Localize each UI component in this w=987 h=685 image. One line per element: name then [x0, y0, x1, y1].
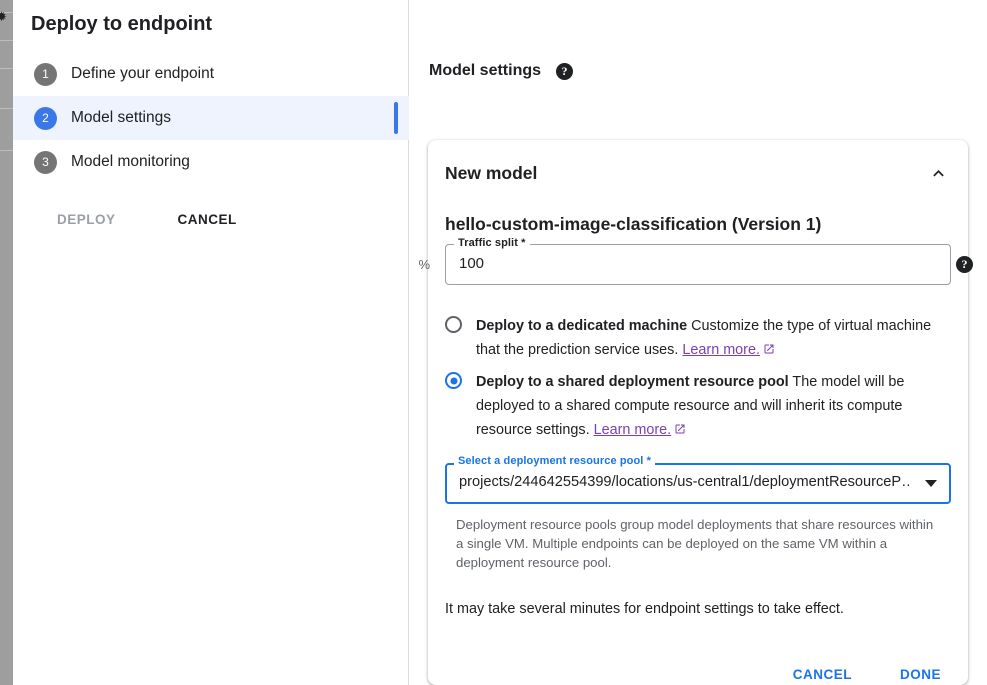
radio-option-text: Deploy to a shared deployment resource p…: [476, 370, 951, 442]
deployment-target-radio-group: Deploy to a dedicated machine Customize …: [445, 314, 951, 442]
learn-more-link[interactable]: Learn more.: [594, 422, 672, 438]
deploy-button[interactable]: DEPLOY: [49, 204, 124, 235]
resource-pool-select[interactable]: Select a deployment resource pool * proj…: [445, 463, 951, 504]
chevron-down-icon[interactable]: [925, 480, 937, 487]
traffic-split-field[interactable]: Traffic split * 100 % ?: [445, 244, 951, 285]
wizard-action-bar: DEPLOY CANCEL: [13, 204, 409, 235]
radio-option-title: Deploy to a dedicated machine: [476, 318, 687, 334]
traffic-split-label: Traffic split *: [454, 237, 530, 249]
background-page-sliver: ✹: [0, 0, 13, 685]
resource-pool-value: projects/244642554399/locations/us-centr…: [459, 474, 909, 490]
model-name: hello-custom-image-classification (Versi…: [445, 214, 951, 235]
card-action-bar: CANCEL DONE: [445, 659, 951, 685]
endpoint-settings-note: It may take several minutes for endpoint…: [445, 601, 951, 617]
card-cancel-button[interactable]: CANCEL: [785, 659, 860, 685]
sliver-rule: [0, 150, 13, 151]
external-link-icon[interactable]: [763, 343, 775, 355]
wizard-cancel-button[interactable]: CANCEL: [170, 204, 245, 235]
new-model-card: New model hello-custom-image-classificat…: [428, 140, 968, 685]
step-number-badge: 3: [34, 151, 57, 174]
card-title: New model: [445, 163, 537, 184]
radio-option-shared-resource-pool[interactable]: Deploy to a shared deployment resource p…: [445, 370, 951, 442]
content-pane: Model settings ? New model hello-custom-…: [410, 0, 987, 685]
step-number-badge: 1: [34, 63, 57, 86]
chevron-up-icon[interactable]: [925, 160, 951, 186]
resource-pool-helper-text: Deployment resource pools group model de…: [445, 515, 935, 572]
sidebar-item-define-your-endpoint[interactable]: 1 Define your endpoint: [13, 52, 409, 96]
radio-icon[interactable]: [445, 316, 462, 333]
card-header: New model: [445, 158, 951, 188]
radio-option-title: Deploy to a shared deployment resource p…: [476, 374, 789, 390]
percent-suffix: %: [418, 257, 430, 272]
resource-pool-label: Select a deployment resource pool *: [454, 455, 655, 467]
radio-icon[interactable]: [445, 372, 462, 389]
step-label: Model settings: [71, 109, 171, 127]
traffic-split-help-icon[interactable]: ?: [956, 256, 973, 273]
help-icon[interactable]: ?: [556, 63, 573, 80]
wizard-steps: 1 Define your endpoint 2 Model settings …: [13, 52, 409, 184]
radio-option-text: Deploy to a dedicated machine Customize …: [476, 314, 951, 362]
active-indicator-bar: [394, 102, 398, 134]
card-done-button[interactable]: DONE: [892, 659, 949, 685]
sliver-rule: [0, 68, 13, 69]
background-asterisk-icon: ✹: [0, 10, 10, 24]
step-number-badge: 2: [34, 107, 57, 130]
sliver-rule: [0, 40, 13, 41]
step-label: Model monitoring: [71, 153, 190, 171]
radio-option-dedicated-machine[interactable]: Deploy to a dedicated machine Customize …: [445, 314, 951, 362]
section-header: Model settings ?: [429, 62, 573, 80]
traffic-split-input[interactable]: 100: [459, 255, 484, 272]
deploy-wizard-panel: Deploy to endpoint 1 Define your endpoin…: [13, 0, 409, 685]
external-link-icon[interactable]: [674, 423, 686, 435]
sidebar-item-model-monitoring[interactable]: 3 Model monitoring: [13, 140, 409, 184]
step-label: Define your endpoint: [71, 65, 214, 83]
page-title: Deploy to endpoint: [31, 13, 212, 36]
sliver-rule: [0, 108, 13, 109]
section-title: Model settings: [429, 62, 541, 80]
learn-more-link[interactable]: Learn more.: [682, 342, 760, 358]
app-root: ✹ Deploy to endpoint 1 Define your endpo…: [0, 0, 987, 685]
sidebar-item-model-settings[interactable]: 2 Model settings: [13, 96, 409, 140]
traffic-split-outline: [445, 244, 951, 285]
